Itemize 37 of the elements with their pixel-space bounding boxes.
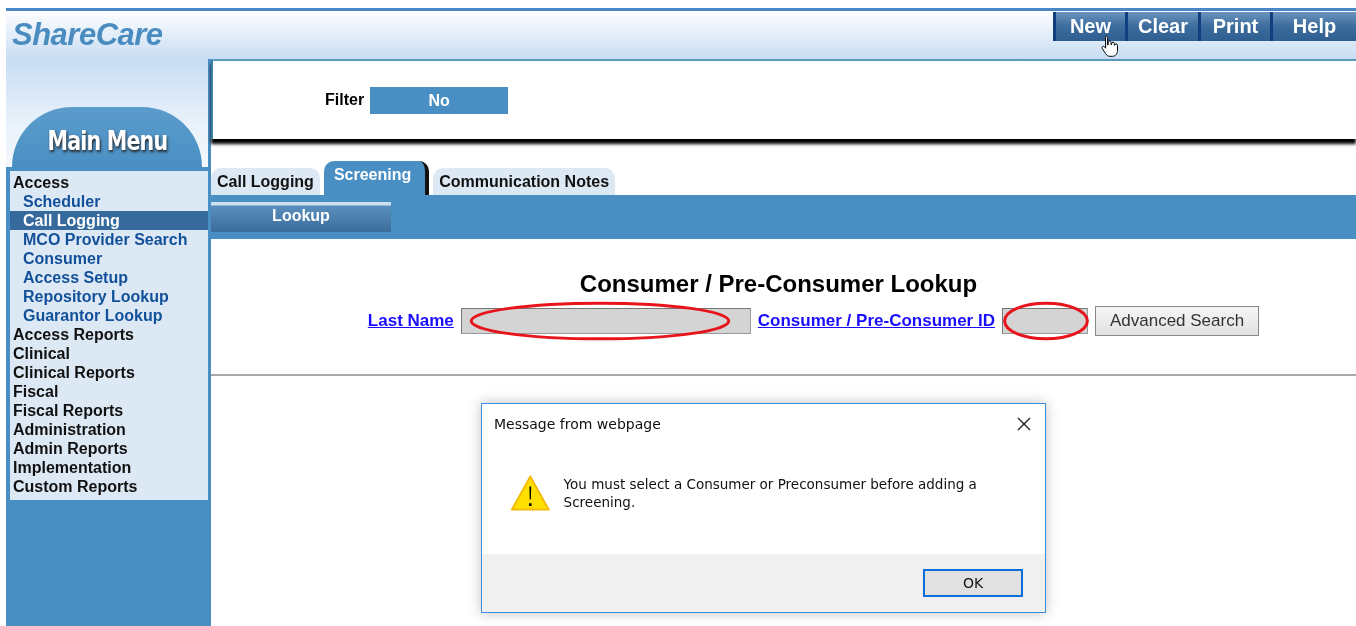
toolbar-button[interactable]: Print <box>1198 12 1270 41</box>
subtab[interactable]: Lookup <box>211 202 391 232</box>
menu-item[interactable]: Access <box>10 173 208 192</box>
dialog-title: Message from webpage <box>494 416 661 432</box>
advanced-search-button[interactable]: Advanced Search <box>1094 306 1260 336</box>
menu-item[interactable]: Access Reports <box>10 325 208 344</box>
menu-item[interactable]: Implementation <box>10 458 208 477</box>
tab[interactable]: Communication Notes <box>433 168 616 195</box>
menu-item[interactable]: Clinical Reports <box>10 363 208 382</box>
dialog-message: You must select a Consumer or Preconsumer before adding a Screening. <box>563 475 978 511</box>
menu-item[interactable]: Administration <box>10 420 208 439</box>
submenu-item[interactable]: Scheduler <box>10 192 208 211</box>
input-field[interactable] <box>460 308 751 334</box>
submenu-item[interactable]: Guarantor Lookup <box>10 306 208 325</box>
menu-item[interactable]: Clinical <box>10 344 208 363</box>
menu-item[interactable]: Fiscal Reports <box>10 401 208 420</box>
tab[interactable]: Call Logging <box>211 168 320 195</box>
submenu-item[interactable]: Call Logging <box>10 211 208 230</box>
logo: ShareCare <box>12 17 163 53</box>
submenu-item[interactable]: Access Setup <box>10 268 208 287</box>
menu-title: Main Menu <box>47 124 167 156</box>
close-icon[interactable] <box>1017 417 1031 431</box>
warning-icon <box>510 473 551 513</box>
lookup-title: Consumer / Pre-Consumer Lookup <box>579 270 978 298</box>
toolbar-button[interactable]: Help <box>1270 12 1356 41</box>
submenu-item[interactable]: Repository Lookup <box>10 287 208 306</box>
submenu-item[interactable]: MCO Provider Search <box>10 230 208 249</box>
toolbar-button[interactable]: Clear <box>1124 12 1198 41</box>
submenu-item[interactable]: Consumer <box>10 249 208 268</box>
menu-item[interactable]: Custom Reports <box>10 477 208 496</box>
menu-item[interactable]: Fiscal <box>10 382 208 401</box>
input-field[interactable] <box>1001 308 1088 334</box>
menu-item[interactable]: Admin Reports <box>10 439 208 458</box>
filter-label: Filter <box>325 91 365 109</box>
field-link[interactable]: Consumer / Pre-Consumer ID <box>757 311 995 331</box>
field-link[interactable]: Last Name <box>367 311 454 331</box>
ok-button[interactable]: OK <box>923 569 1023 597</box>
